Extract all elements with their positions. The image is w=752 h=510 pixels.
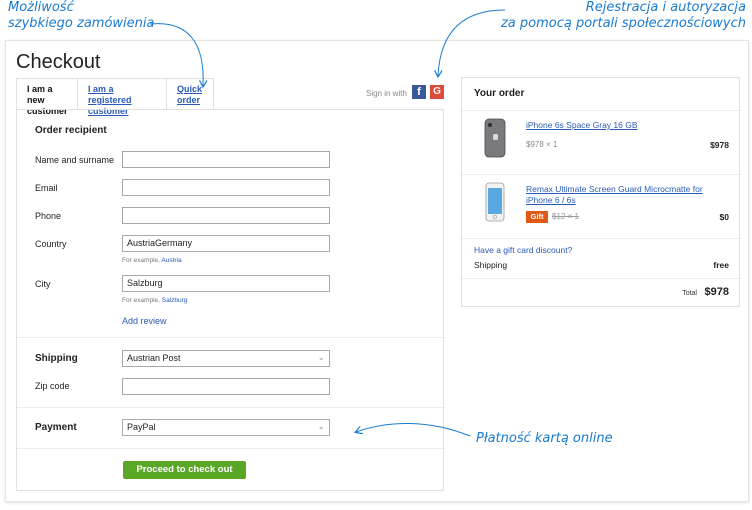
gift-badge: Gift — [526, 211, 548, 223]
annotation-social-line2: za pomocą portali społecznościowych — [500, 16, 746, 31]
divider — [17, 448, 443, 449]
annotation-quick-order-line1: Możliwość — [8, 0, 74, 15]
country-hint-prefix: For example, — [122, 257, 160, 264]
shipping-summary-label: Shipping — [474, 260, 508, 270]
divider — [17, 407, 443, 408]
tab-registered-line1: I am a registered — [88, 84, 132, 105]
shipping-title: Shipping — [35, 353, 78, 364]
email-label: Email — [35, 183, 58, 193]
tab-registered-customer[interactable]: I am a registered customer — [77, 78, 167, 116]
divider — [462, 278, 739, 279]
divider — [462, 174, 739, 175]
divider — [462, 238, 739, 239]
shipping-select[interactable]: Austrian Post ⌄ — [122, 350, 330, 367]
checkout-form: Order recipient Name and surname Email P… — [16, 109, 444, 491]
annotation-quick-order-line2: szybkiego zamówienia — [8, 16, 155, 31]
product-price-iphone: $978 — [710, 140, 729, 150]
tab-quick-order-line1: Quick — [177, 84, 203, 94]
google-icon[interactable]: G — [430, 85, 444, 99]
tab-quick-order-line2: order — [177, 95, 201, 105]
proceed-button[interactable]: Proceed to check out — [123, 461, 246, 479]
tab-new-customer-line1: I am a new — [27, 84, 53, 105]
tab-new-customer[interactable]: I am a new customer — [16, 78, 78, 116]
annotation-social-line1: Rejestracja i autoryzacja — [585, 0, 746, 15]
order-title: Your order — [474, 88, 525, 99]
country-field[interactable]: AustriaGermany — [122, 235, 330, 252]
annotation-payment-note: Płatność kartą online — [476, 431, 613, 446]
product-qty-screen-guard: $12 × 1 — [552, 212, 579, 221]
product-qty-iphone: $978 × 1 — [526, 140, 558, 149]
name-field[interactable] — [122, 151, 330, 168]
order-recipient-title: Order recipient — [35, 125, 107, 136]
city-field[interactable]: Salzburg — [122, 275, 330, 292]
country-label: Country — [35, 239, 67, 249]
tab-quick-order[interactable]: Quick order — [166, 78, 214, 109]
phone-label: Phone — [35, 211, 62, 221]
annotation-social-login: Rejestracja i autoryzacja za pomocą port… — [501, 0, 746, 32]
payment-title: Payment — [35, 422, 77, 433]
product-name-screen-guard[interactable]: Remax Ultimate Screen Guard Microcmatte … — [526, 184, 726, 206]
iphone-image — [484, 118, 506, 158]
phone-field[interactable] — [122, 207, 330, 224]
product-name-iphone[interactable]: iPhone 6s Space Gray 16 GB — [526, 120, 726, 131]
payment-select-value: PayPal — [127, 422, 156, 432]
name-label: Name and surname — [35, 155, 115, 165]
zip-field[interactable] — [122, 378, 330, 395]
payment-select[interactable]: PayPal ⌄ — [122, 419, 330, 436]
sign-in-with-label: Sign in with — [366, 89, 407, 98]
zip-label: Zip code — [35, 381, 70, 391]
add-review-link[interactable]: Add review — [122, 316, 167, 326]
order-summary: Your order iPhone 6s Space Gray 16 GB $9… — [461, 77, 740, 307]
gift-card-link[interactable]: Have a gift card discount? — [474, 245, 572, 255]
checkout-page: Checkout I am a new customer I am a regi… — [5, 40, 749, 502]
chevron-down-icon: ⌄ — [317, 352, 325, 362]
facebook-icon[interactable]: f — [412, 85, 426, 99]
product-price-screen-guard: $0 — [719, 212, 729, 222]
total-value: $978 — [704, 286, 729, 298]
city-hint: For example, Salzburg — [122, 297, 187, 304]
page-title: Checkout — [16, 51, 101, 73]
screen-guard-image — [485, 182, 505, 222]
shipping-select-value: Austrian Post — [127, 353, 181, 363]
shipping-summary-value: free — [713, 260, 729, 270]
email-field[interactable] — [122, 179, 330, 196]
city-label: City — [35, 279, 51, 289]
country-hint: For example, Austria — [122, 257, 182, 264]
customer-tabs: I am a new customer I am a registered cu… — [16, 78, 214, 116]
annotation-quick-order: Możliwość szybkiego zamówienia — [8, 0, 155, 32]
city-hint-prefix: For example, — [122, 297, 160, 304]
country-hint-link[interactable]: Austria — [161, 257, 181, 264]
city-hint-link[interactable]: Salzburg — [162, 297, 188, 304]
chevron-down-icon: ⌄ — [317, 421, 325, 431]
total-label: Total — [682, 290, 697, 297]
divider — [17, 337, 443, 338]
divider — [462, 110, 739, 111]
